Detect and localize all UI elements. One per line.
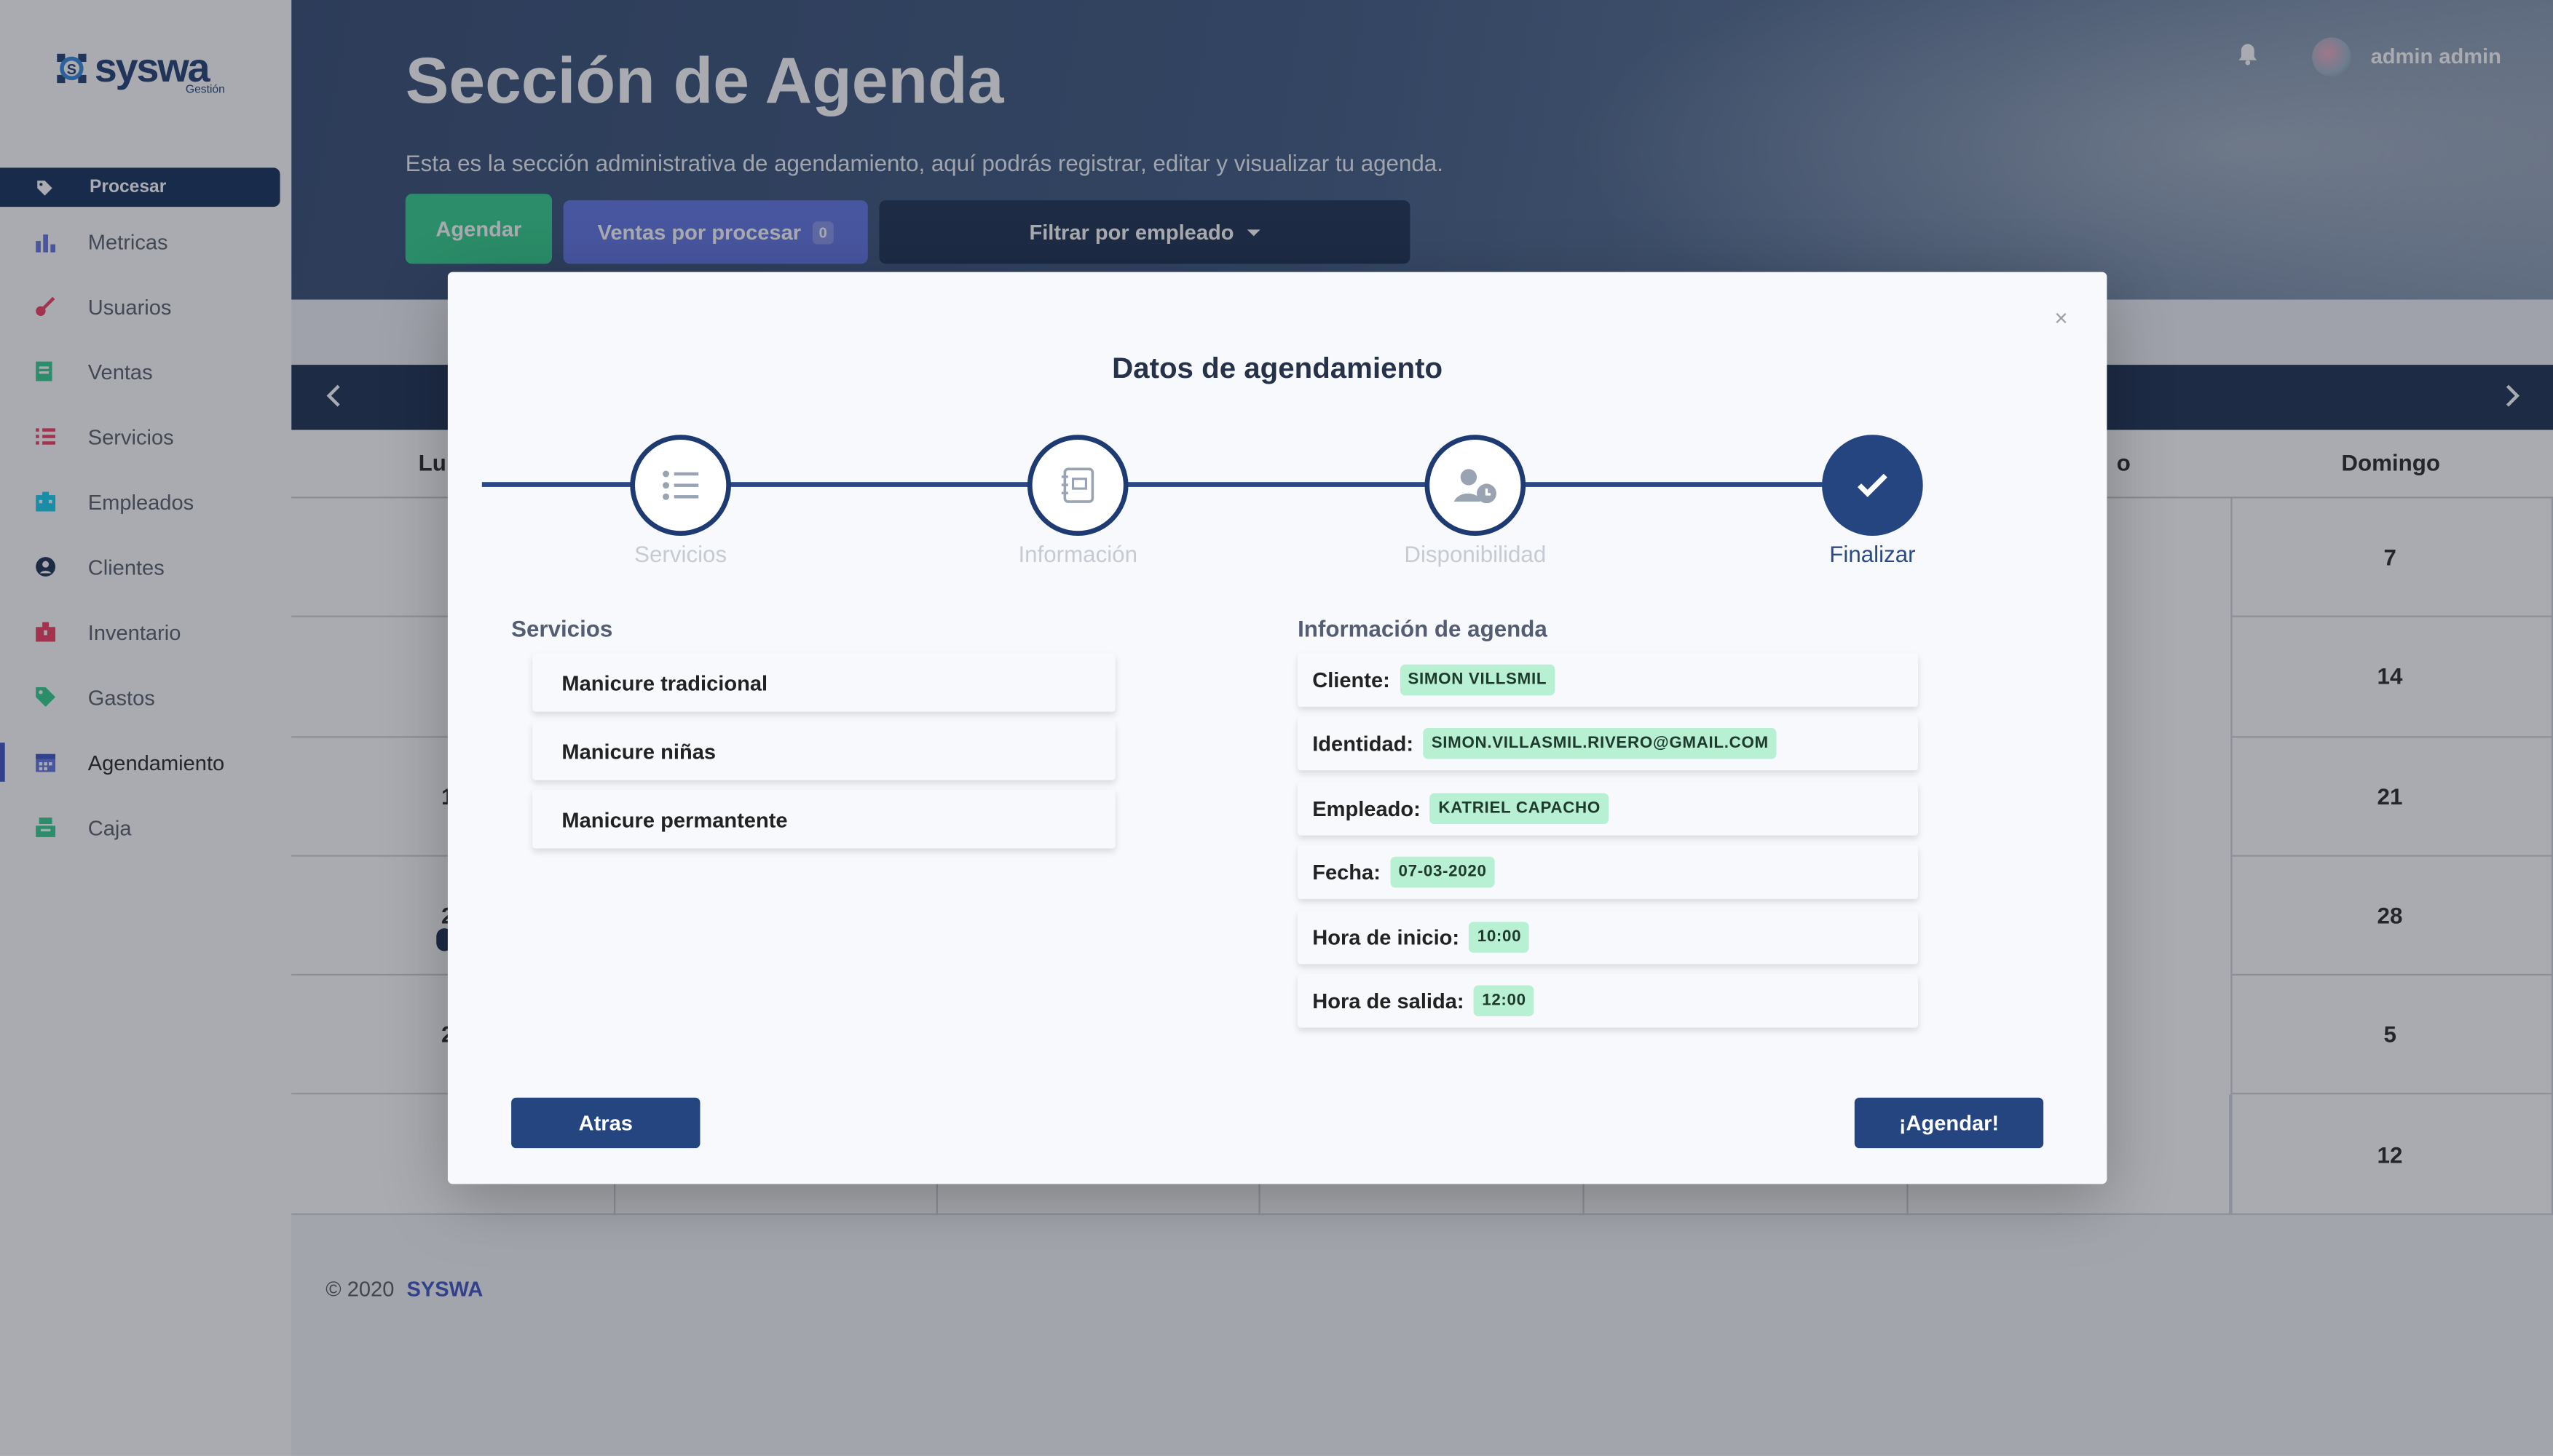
check-icon: [1857, 473, 1887, 497]
info-value-badge: 12:00: [1474, 985, 1534, 1016]
modal-title: Datos de agendamiento: [1112, 352, 1443, 384]
info-label: Empleado:: [1312, 796, 1421, 821]
step-label: Servicios: [634, 540, 727, 567]
info-row-identidad: Identidad: SIMON.VILLASMIL.RIVERO@GMAIL.…: [1298, 716, 1919, 771]
info-value-badge: 07-03-2020: [1390, 856, 1495, 888]
step-finalizar[interactable]: [1822, 435, 1923, 537]
scheduling-modal: × Datos de agendamiento Servicios Inform…: [447, 272, 2107, 1184]
step-label: Finalizar: [1829, 540, 1916, 567]
info-label: Hora de inicio:: [1312, 925, 1460, 950]
list-icon: [663, 470, 699, 500]
step-disponibilidad[interactable]: [1424, 435, 1526, 537]
user-clock-icon: [1453, 469, 1496, 504]
info-row-hora-salida: Hora de salida: 12:00: [1298, 973, 1919, 1028]
close-icon[interactable]: ×: [2054, 304, 2067, 331]
info-label: Fecha:: [1312, 860, 1381, 885]
step-informacion[interactable]: [1027, 435, 1129, 537]
info-row-cliente: Cliente: SIMON VILLSMIL: [1298, 653, 1919, 707]
info-value-badge: 10:00: [1469, 922, 1530, 953]
step-label: Disponibilidad: [1404, 540, 1547, 567]
info-value-badge: KATRIEL CAPACHO: [1430, 793, 1609, 824]
info-row-fecha: Fecha: 07-03-2020: [1298, 845, 1919, 899]
services-title: Servicios: [511, 615, 613, 642]
notebook-icon: [1061, 467, 1094, 503]
back-button[interactable]: Atras: [511, 1097, 701, 1149]
info-label: Identidad:: [1312, 731, 1414, 756]
service-item: Manicure permantente: [532, 789, 1116, 849]
step-servicios[interactable]: [630, 435, 731, 537]
info-label: Cliente:: [1312, 668, 1390, 692]
agenda-info-title: Información de agenda: [1298, 615, 1547, 642]
service-item: Manicure tradicional: [532, 653, 1116, 712]
info-label: Hora de salida:: [1312, 988, 1464, 1013]
info-value-badge: SIMON VILLSMIL: [1400, 664, 1555, 696]
submit-schedule-button[interactable]: ¡Agendar!: [1854, 1097, 2044, 1149]
service-item: Manicure niñas: [532, 721, 1116, 780]
info-row-hora-inicio: Hora de inicio: 10:00: [1298, 910, 1919, 965]
step-label: Información: [1018, 540, 1138, 567]
info-row-empleado: Empleado: KATRIEL CAPACHO: [1298, 781, 1919, 836]
info-value-badge: SIMON.VILLASMIL.RIVERO@GMAIL.COM: [1423, 727, 1777, 759]
